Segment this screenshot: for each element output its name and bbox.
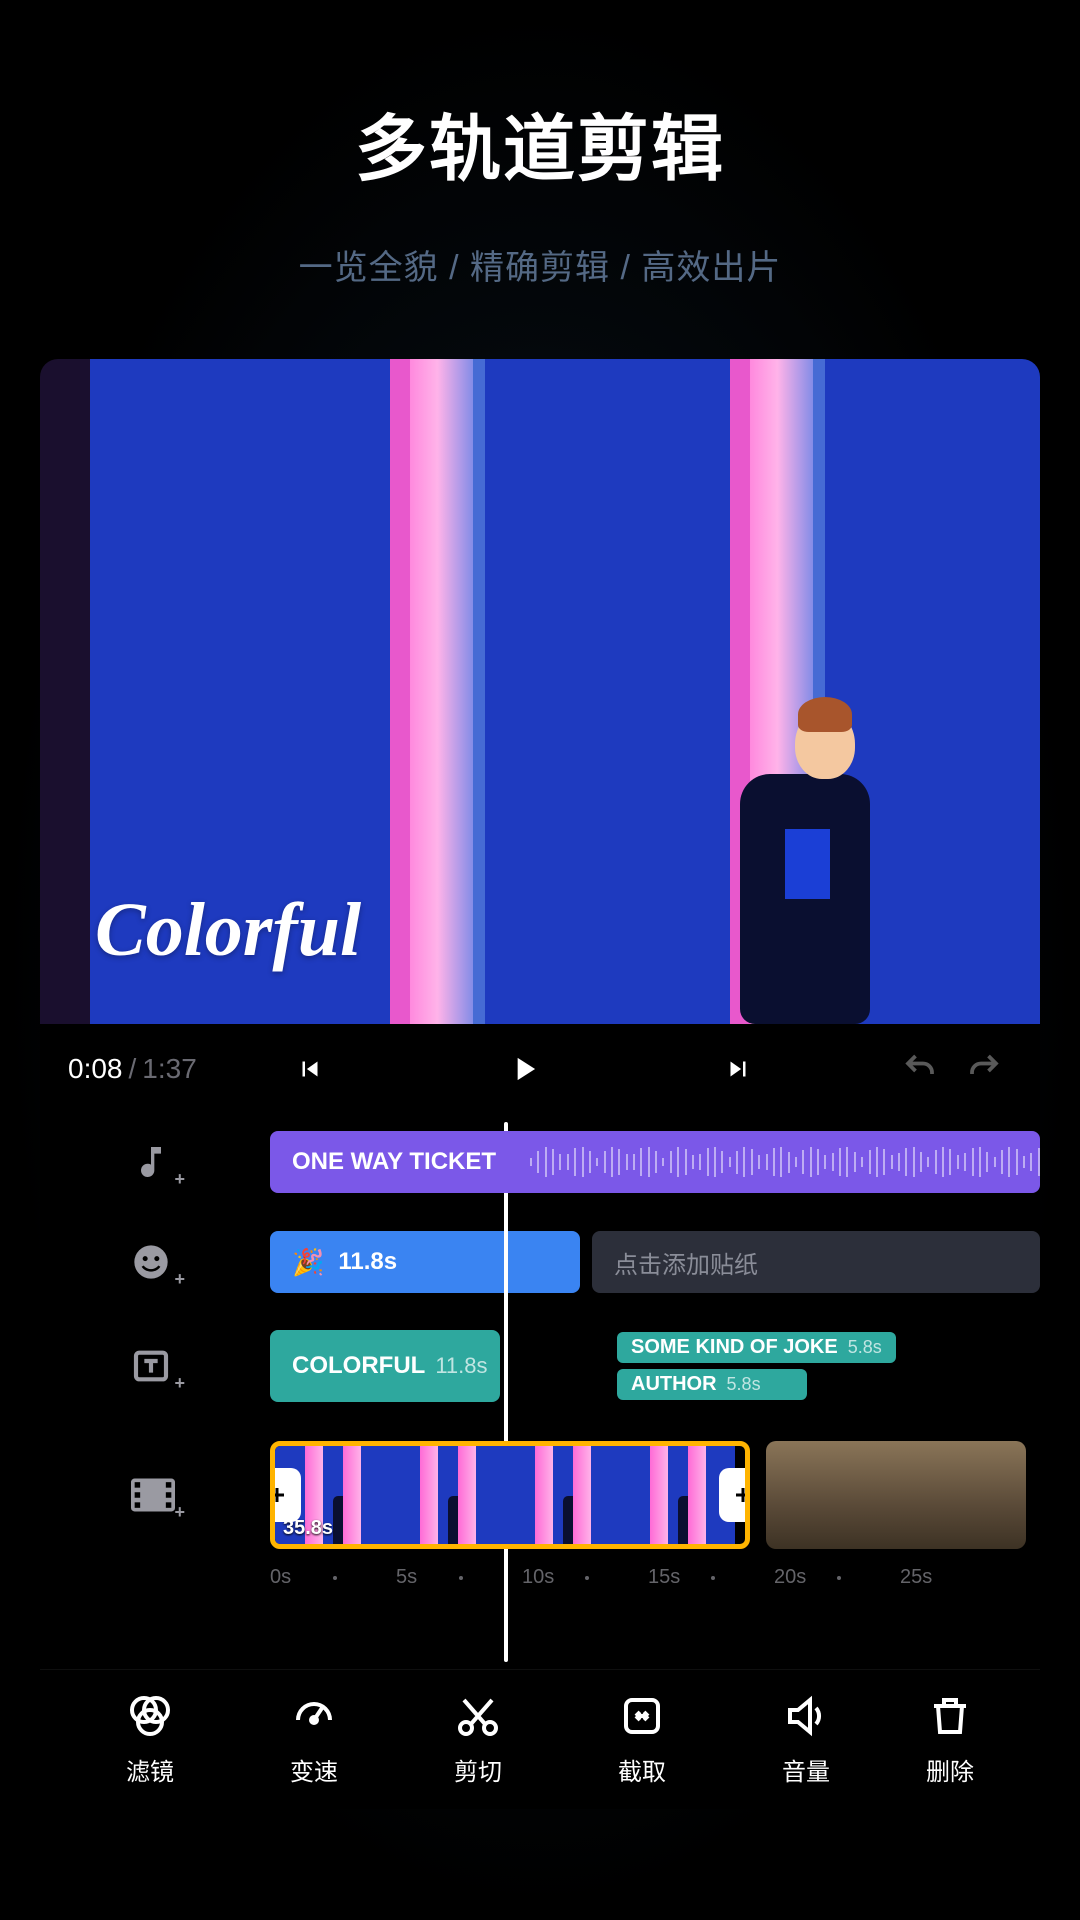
plus-icon: +	[174, 1269, 185, 1290]
undo-button[interactable]	[892, 1044, 948, 1095]
tool-label: 截取	[618, 1752, 666, 1787]
add-text-button[interactable]: +	[131, 1342, 179, 1390]
skip-previous-icon	[295, 1054, 325, 1084]
video-track: + 35.8s	[40, 1430, 1040, 1560]
smiley-icon	[131, 1242, 171, 1282]
playback-controls: 0:08 / 1:37	[40, 1024, 1040, 1114]
page-subtitle: 一览全貌 / 精确剪辑 / 高效出片	[299, 240, 782, 289]
trash-icon	[926, 1692, 974, 1740]
current-time: 0:08	[68, 1053, 123, 1085]
plus-icon: +	[174, 1373, 185, 1394]
music-clip-label: ONE WAY TICKET	[292, 1148, 496, 1176]
ruler-tick: 25s	[900, 1566, 1026, 1589]
redo-icon	[962, 1050, 1006, 1086]
text-clip-joke[interactable]: SOME KIND OF JOKE 5.8s	[617, 1332, 896, 1363]
video-preview[interactable]: Colorful	[40, 359, 1040, 1024]
editor-frame: Colorful 0:08 / 1:37	[40, 359, 1040, 1809]
text-clip-label: AUTHOR	[631, 1373, 717, 1396]
sticker-empty-hint[interactable]: 点击添加贴纸	[592, 1231, 1040, 1293]
page-title: 多轨道剪辑	[355, 90, 725, 195]
plus-icon: +	[174, 1502, 185, 1523]
video-clip[interactable]	[766, 1441, 1026, 1549]
party-emoji-icon: 🎉	[292, 1247, 324, 1278]
text-clip-duration: 5.8s	[727, 1374, 761, 1395]
skip-next-button[interactable]	[703, 1042, 773, 1096]
bottom-toolbar: 滤镜 变速 剪切 截取 音量 删除	[40, 1669, 1040, 1809]
tool-label: 剪切	[454, 1752, 502, 1787]
plus-icon	[270, 1483, 289, 1507]
filter-button[interactable]: 滤镜	[100, 1692, 200, 1787]
redo-button[interactable]	[956, 1044, 1012, 1095]
waveform-icon	[530, 1145, 1040, 1179]
text-icon	[131, 1346, 171, 1386]
tool-label: 滤镜	[126, 1752, 174, 1787]
speed-button[interactable]: 变速	[264, 1692, 364, 1787]
ruler-tick: 0s	[270, 1566, 396, 1589]
volume-button[interactable]: 音量	[756, 1692, 856, 1787]
sticker-track: + 🎉 11.8s 点击添加贴纸	[40, 1222, 1040, 1302]
ruler-tick: 20s	[774, 1566, 900, 1589]
play-button[interactable]	[485, 1038, 563, 1100]
ruler-tick: 10s	[522, 1566, 648, 1589]
tool-label: 删除	[926, 1752, 974, 1787]
total-time: 1:37	[142, 1053, 197, 1085]
tool-label: 音量	[782, 1752, 830, 1787]
text-clip-label: SOME KIND OF JOKE	[631, 1336, 838, 1359]
play-icon	[505, 1050, 543, 1088]
add-clip-after-button[interactable]	[719, 1468, 750, 1522]
sticker-clip-duration: 11.8s	[338, 1248, 397, 1276]
plus-icon	[731, 1483, 750, 1507]
skip-previous-button[interactable]	[275, 1042, 345, 1096]
overlay-text: Colorful	[95, 887, 361, 974]
text-clip-colorful[interactable]: COLORFUL 11.8s	[270, 1330, 500, 1402]
timeline[interactable]: + ONE WAY TICKET +	[40, 1114, 1040, 1669]
time-ruler: 0s 5s 10s 15s 20s 25s	[40, 1566, 1040, 1600]
music-track: + ONE WAY TICKET	[40, 1122, 1040, 1202]
volume-icon	[782, 1692, 830, 1740]
text-clip-label: COLORFUL	[292, 1352, 425, 1380]
text-clip-duration: 11.8s	[435, 1353, 487, 1379]
sticker-clip[interactable]: 🎉 11.8s	[270, 1231, 580, 1293]
undo-icon	[898, 1050, 942, 1086]
text-track: + COLORFUL 11.8s SOME KIND OF JOKE 5.8s	[40, 1322, 1040, 1410]
add-clip-before-button[interactable]	[270, 1468, 301, 1522]
video-clip-selected[interactable]: 35.8s	[270, 1441, 750, 1549]
crop-button[interactable]: 截取	[592, 1692, 692, 1787]
filter-icon	[126, 1692, 174, 1740]
add-music-button[interactable]: +	[131, 1138, 179, 1186]
scissors-icon	[454, 1692, 502, 1740]
add-video-button[interactable]: +	[131, 1471, 179, 1519]
text-clip-author[interactable]: AUTHOR 5.8s	[617, 1369, 807, 1400]
text-clip-duration: 5.8s	[848, 1337, 882, 1358]
tool-label: 变速	[290, 1752, 338, 1787]
film-icon	[131, 1477, 175, 1513]
time-separator: /	[129, 1053, 137, 1085]
ruler-tick: 15s	[648, 1566, 774, 1589]
music-clip[interactable]: ONE WAY TICKET	[270, 1131, 1040, 1193]
speed-icon	[290, 1692, 338, 1740]
music-icon	[131, 1142, 171, 1182]
delete-button[interactable]: 删除	[920, 1692, 980, 1787]
skip-next-icon	[723, 1054, 753, 1084]
cut-button[interactable]: 剪切	[428, 1692, 528, 1787]
plus-icon: +	[174, 1169, 185, 1190]
crop-icon	[618, 1692, 666, 1740]
add-sticker-button[interactable]: +	[131, 1238, 179, 1286]
ruler-tick: 5s	[396, 1566, 522, 1589]
